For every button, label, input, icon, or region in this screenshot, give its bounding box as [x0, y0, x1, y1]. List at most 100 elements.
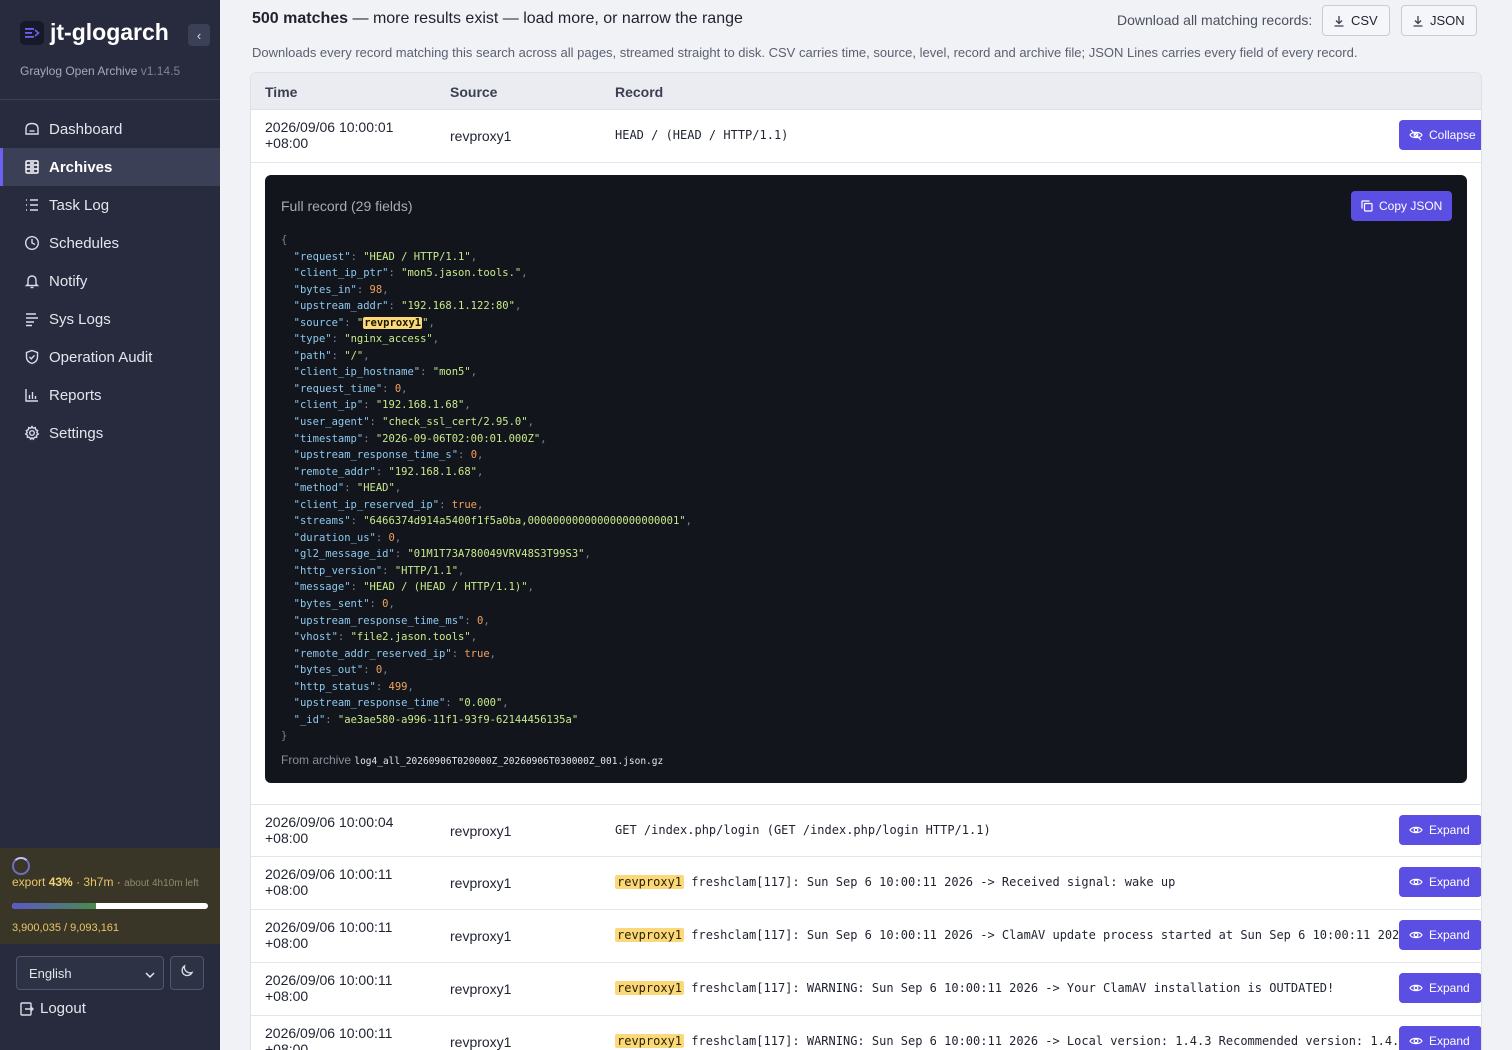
search-highlight: revproxy1	[363, 316, 423, 329]
json-value: "nginx_access"	[344, 333, 433, 346]
json-field: "http_status": 499,	[293, 680, 414, 693]
copy-json-button[interactable]: Copy JSON	[1351, 191, 1453, 221]
logout-icon	[20, 1001, 34, 1016]
table-row[interactable]: 2026/09/06 10:00:11 +08:00 revproxy1 revp…	[251, 857, 1481, 910]
row-time: 2026/09/06 10:00:01 +08:00	[265, 119, 393, 151]
export-separator: ·	[116, 875, 121, 889]
eye-icon	[1409, 876, 1423, 888]
json-key: "client_ip_ptr"	[293, 267, 389, 280]
bar-chart-icon	[23, 386, 41, 404]
row-source: revproxy1	[450, 928, 512, 944]
export-prefix: export	[12, 875, 46, 889]
json-value: "6466374d914a5400f1f5a0ba,00000000000000…	[363, 515, 686, 528]
collapse-row-button[interactable]: Collapse	[1399, 120, 1481, 150]
row-date: 2026/09/06 10:00:11	[265, 866, 393, 882]
row-source: revproxy1	[450, 981, 512, 997]
expand-row-button[interactable]: Expand	[1399, 973, 1481, 1003]
expand-row-button[interactable]: Expand	[1399, 867, 1481, 897]
logout-label: Logout	[40, 1000, 86, 1017]
sidebar-item-sys-logs[interactable]: Sys Logs	[0, 300, 220, 338]
task-log-icon	[23, 196, 41, 214]
json-key: "upstream_addr"	[293, 300, 389, 313]
json-field: "duration_us": 0,	[293, 531, 402, 544]
download-csv-button[interactable]: CSV	[1322, 5, 1390, 36]
export-progress-fill	[12, 903, 97, 909]
json-field: "client_ip_hostname": "mon5",	[293, 366, 478, 379]
sidebar-item-operation-audit[interactable]: Operation Audit	[0, 338, 220, 376]
json-value: "01M1T73A780049VRV48S3T99S3"	[407, 548, 585, 561]
json-key: "gl2_message_id"	[293, 548, 395, 561]
bell-icon	[23, 272, 41, 290]
archive-source-label: From archive	[281, 753, 352, 767]
chevron-down-icon	[145, 966, 155, 981]
logout-link[interactable]: Logout	[20, 1000, 86, 1017]
collapse-sidebar-button[interactable]: ‹	[188, 24, 210, 46]
row-tz: +08:00	[265, 935, 309, 951]
row-time: 2026/09/06 10:00:11 +08:00	[265, 972, 392, 1004]
json-value: "check_ssl_cert/2.95.0"	[382, 416, 528, 429]
search-highlight: revproxy1	[615, 1034, 685, 1048]
expand-row-button[interactable]: Expand	[1399, 815, 1481, 845]
json-key: "upstream_response_time"	[293, 697, 446, 710]
column-header-record[interactable]: Record	[615, 84, 663, 100]
expand-row-button[interactable]: Expand	[1399, 1026, 1481, 1050]
export-elapsed: 3h7m	[83, 875, 114, 889]
json-key: "_id"	[293, 713, 326, 726]
download-all-label: Download all matching records:	[1117, 12, 1313, 28]
row-source: revproxy1	[450, 1034, 512, 1050]
json-field: "user_agent": "check_ssl_cert/2.95.0",	[293, 416, 534, 429]
json-value: 499	[388, 680, 408, 693]
row-record: GET /index.php/login (GET /index.php/log…	[615, 823, 991, 837]
json-value: "HEAD / HTTP/1.1"	[363, 250, 471, 263]
search-highlight: revproxy1	[615, 875, 685, 889]
table-row[interactable]: 2026/09/06 10:00:11 +08:00 revproxy1 revp…	[251, 1016, 1481, 1050]
sidebar-item-label: Schedules	[49, 234, 120, 252]
download-json-button[interactable]: JSON	[1401, 5, 1477, 36]
sidebar-item-notify[interactable]: Notify	[0, 262, 220, 300]
column-header-source[interactable]: Source	[450, 84, 497, 100]
json-key: "timestamp"	[293, 432, 364, 445]
home-icon	[23, 120, 41, 138]
json-key: "remote_addr"	[293, 465, 376, 478]
json-field: "upstream_addr": "192.168.1.122:80",	[293, 300, 522, 313]
export-remaining: about 4h10m left	[124, 878, 199, 889]
sidebar-item-task-log[interactable]: Task Log	[0, 186, 220, 224]
json-value: 0	[388, 531, 395, 544]
language-select[interactable]: English	[16, 956, 164, 990]
column-header-time[interactable]: Time	[265, 84, 297, 100]
json-key: "message"	[293, 581, 351, 594]
results-count: 500 matches	[252, 10, 349, 27]
app-logo-icon	[20, 20, 44, 45]
sidebar-item-schedules[interactable]: Schedules	[0, 224, 220, 262]
json-field: "source": "revproxy1",	[293, 316, 435, 329]
expand-row-button[interactable]: Expand	[1399, 920, 1481, 950]
row-time: 2026/09/06 10:00:11 +08:00	[265, 1025, 392, 1050]
json-value: "HTTP/1.1"	[394, 564, 459, 577]
json-value: "192.168.1.68"	[388, 465, 478, 478]
json-field: "client_ip_ptr": "mon5.jason.tools.",	[293, 267, 528, 280]
eye-off-icon	[1409, 129, 1423, 141]
table-row[interactable]: 2026/09/06 10:00:11 +08:00 revproxy1 revp…	[251, 910, 1481, 963]
json-value: true	[464, 647, 490, 660]
theme-toggle-button[interactable]	[170, 956, 204, 990]
sidebar-item-archives[interactable]: Archives	[0, 148, 220, 186]
sidebar-item-reports[interactable]: Reports	[0, 376, 220, 414]
table-row[interactable]: 2026/09/06 10:00:11 +08:00 revproxy1 revp…	[251, 963, 1481, 1016]
app-subtitle-text: Graylog Open Archive	[20, 64, 138, 78]
table-row[interactable]: 2026/09/06 10:00:01 +08:00 revproxy1 HEAD…	[251, 110, 1481, 163]
eye-icon	[1409, 982, 1423, 994]
row-time: 2026/09/06 10:00:11 +08:00	[265, 919, 392, 951]
table-row[interactable]: 2026/09/06 10:00:04 +08:00 revproxy1 GET …	[251, 804, 1481, 857]
row-record-text: freshclam[117]: WARNING: Sun Sep 6 10:00…	[684, 1034, 1407, 1048]
json-field: "request": "HEAD / HTTP/1.1",	[293, 250, 478, 263]
json-value: "0.000"	[458, 697, 503, 710]
export-progress-bar	[12, 903, 208, 909]
json-key: "duration_us"	[293, 531, 376, 544]
sidebar-item-settings[interactable]: Settings	[0, 414, 220, 452]
json-value: "192.168.1.122:80"	[401, 300, 515, 313]
archive-source: From archive log4_all_20260906T020000Z_2…	[281, 753, 663, 767]
sidebar-item-dashboard[interactable]: Dashboard	[0, 110, 220, 148]
sidebar-item-label: Archives	[49, 158, 113, 176]
json-value: "mon5"	[432, 366, 471, 379]
row-date: 2026/09/06 10:00:01	[265, 119, 394, 135]
